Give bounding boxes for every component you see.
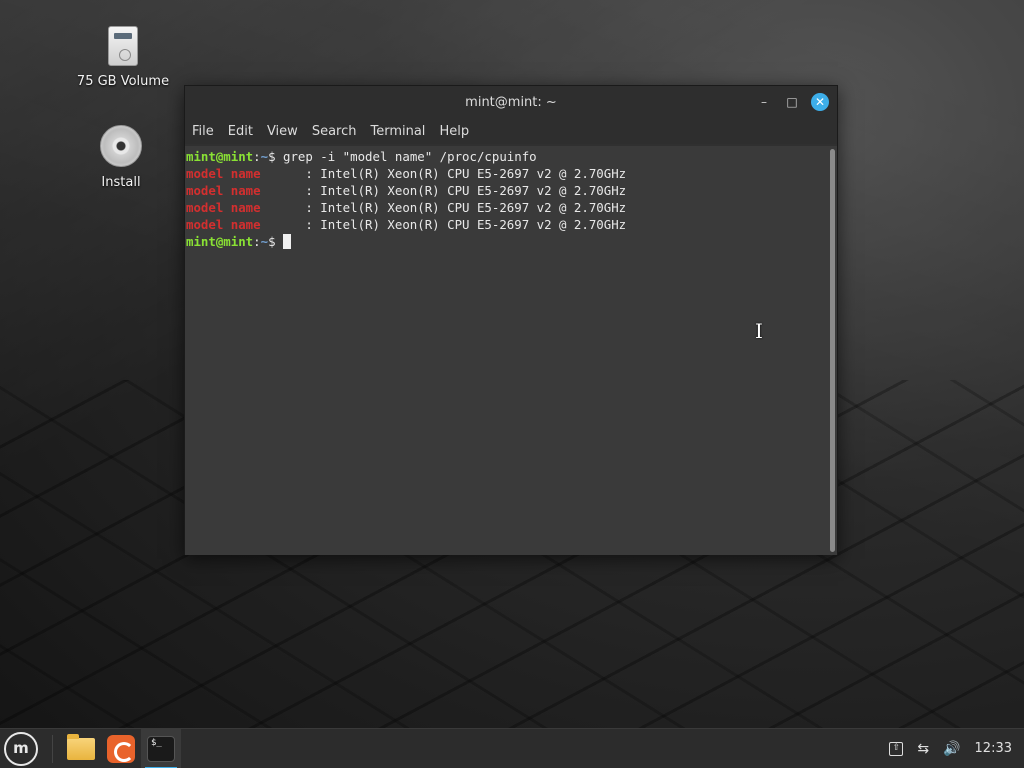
terminal-line-command: mint@mint:~$ grep -i "model name" /proc/… [186, 149, 537, 164]
menu-edit[interactable]: Edit [228, 124, 253, 139]
scrollbar-thumb[interactable] [830, 149, 835, 552]
menu-file[interactable]: File [192, 124, 214, 139]
update-manager-icon[interactable]: ⇧ [889, 741, 904, 756]
menu-help[interactable]: Help [439, 124, 469, 139]
taskbar-separator [52, 734, 53, 763]
terminal-line-output: model name : Intel(R) Xeon(R) CPU E5-269… [186, 217, 627, 232]
window-titlebar[interactable]: mint@mint: ~ – □ ✕ [185, 86, 837, 119]
disc-icon [100, 125, 142, 167]
files-icon [67, 733, 95, 760]
menu-view[interactable]: View [267, 124, 298, 139]
text-cursor-icon: I [755, 319, 763, 343]
terminal-line-output: model name : Intel(R) Xeon(R) CPU E5-269… [186, 200, 627, 215]
drive-icon [108, 26, 138, 66]
mint-menu-icon[interactable]: m [4, 731, 38, 766]
menu-bar: File Edit View Search Terminal Help [185, 119, 837, 144]
desktop-icon-volume[interactable]: 75 GB Volume [73, 26, 173, 89]
window-title: mint@mint: ~ [465, 95, 557, 110]
system-tray: ⇧ ⇆ 🔊 12:33 [889, 741, 1012, 756]
terminal-window[interactable]: mint@mint: ~ – □ ✕ File Edit View Search… [184, 85, 838, 555]
terminal-output[interactable]: mint@mint:~$ grep -i "model name" /proc/… [185, 146, 829, 555]
terminal-line-prompt: mint@mint:~$ [186, 233, 829, 250]
close-button[interactable]: ✕ [811, 93, 829, 111]
prompt-user: mint@mint [186, 149, 254, 164]
prompt-path: ~ [260, 149, 269, 164]
firefox-icon [107, 734, 135, 763]
menu-search[interactable]: Search [312, 124, 357, 139]
desktop-icon-label: Install [101, 175, 141, 190]
terminal-line-output: model name : Intel(R) Xeon(R) CPU E5-269… [186, 183, 627, 198]
files-launcher[interactable] [61, 729, 101, 768]
minimize-button[interactable]: – [755, 93, 773, 111]
command-text: grep -i "model name" /proc/cpuinfo [283, 149, 537, 164]
terminal-icon: $_ [147, 735, 175, 762]
terminal-cursor [283, 234, 291, 249]
terminal-line-output: model name : Intel(R) Xeon(R) CPU E5-269… [186, 166, 627, 181]
taskbar: m $_ ⇧ ⇆ 🔊 12:33 [0, 728, 1024, 768]
firefox-launcher[interactable] [101, 729, 141, 768]
maximize-button[interactable]: □ [783, 93, 801, 111]
terminal-scrollbar[interactable] [827, 146, 837, 555]
desktop-icon-label: 75 GB Volume [76, 74, 170, 89]
volume-icon[interactable]: 🔊 [943, 742, 960, 756]
clock[interactable]: 12:33 [975, 741, 1012, 756]
network-disconnected-icon[interactable]: ⇆ [917, 742, 929, 756]
menu-terminal[interactable]: Terminal [370, 124, 425, 139]
desktop-icon-install[interactable]: Install [71, 125, 171, 190]
terminal-task-button[interactable]: $_ [141, 728, 181, 768]
